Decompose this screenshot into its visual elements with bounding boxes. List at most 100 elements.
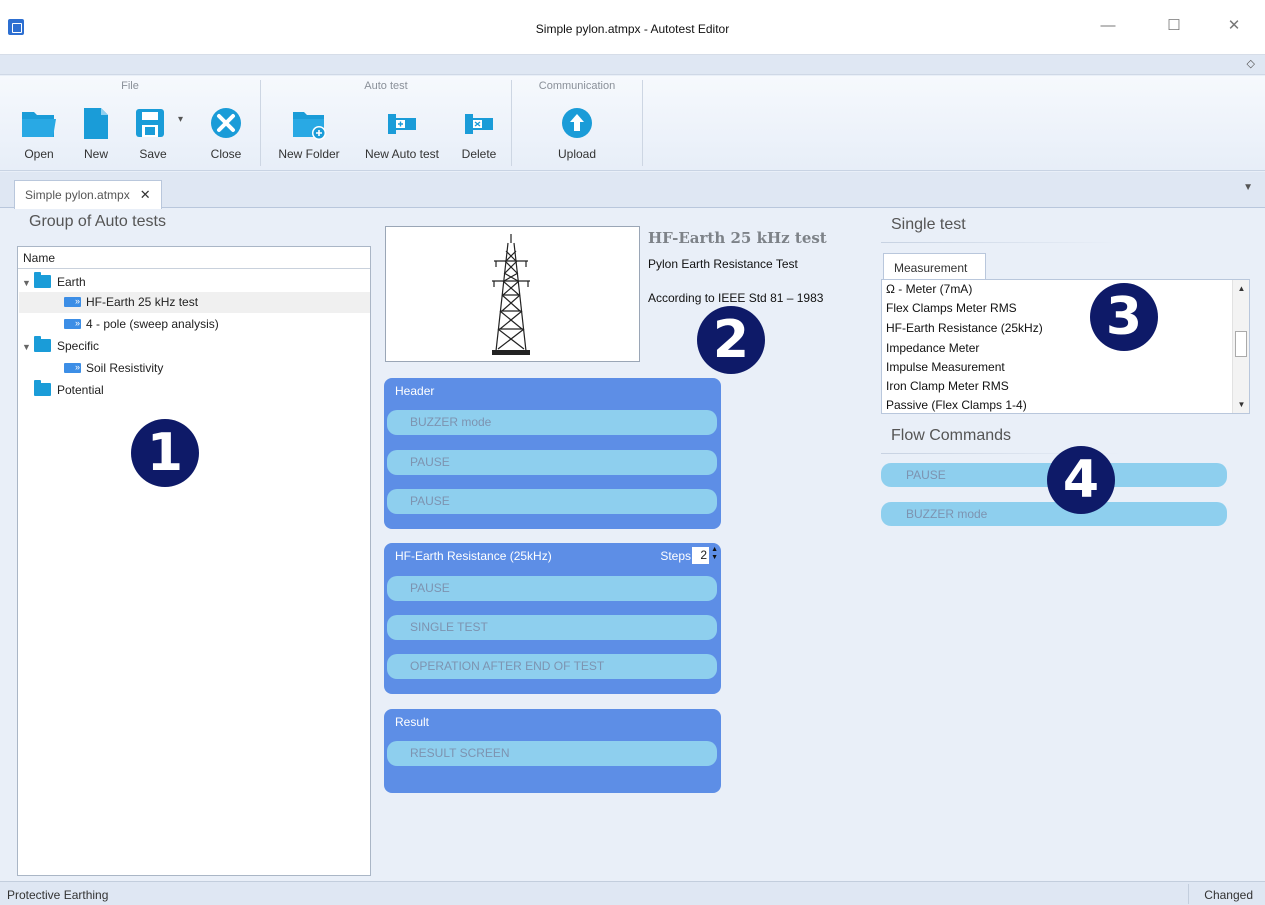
tree-item-label: Earth (57, 275, 86, 289)
auto-test-icon (64, 313, 81, 334)
ribbon: File Auto test Communication Open New ▾ … (0, 76, 1265, 171)
steps-spinner-icon[interactable]: ▲ ▼ (711, 546, 718, 562)
status-bar: Protective Earthing Changed (0, 881, 1265, 905)
tab-overflow-icon[interactable]: ▼ (1243, 182, 1253, 193)
tree-item-label: HF-Earth 25 kHz test (86, 295, 199, 309)
ribbon-group-autotest-title: Auto test (364, 80, 408, 92)
command-pill[interactable]: PAUSE (387, 450, 717, 475)
command-pill[interactable]: BUZZER mode (387, 410, 717, 435)
pylon-icon (398, 231, 624, 359)
close-label: Close (210, 147, 242, 161)
steps-input[interactable]: 2 (692, 547, 709, 564)
test-block[interactable]: HF-Earth Resistance (25kHz) Steps 2 ▲ ▼ P… (384, 543, 721, 694)
group-of-auto-tests-title: Group of Auto tests (29, 213, 166, 230)
marker-3: 3 (1090, 283, 1158, 351)
close-file-button[interactable]: Close (204, 106, 248, 161)
steps-label: Steps (660, 549, 691, 563)
command-pill[interactable]: PAUSE (387, 489, 717, 514)
new-auto-test-button[interactable]: New Auto test (357, 106, 447, 161)
upload-icon (557, 106, 597, 140)
ribbon-group-communication-title: Communication (538, 80, 616, 92)
scrollbar[interactable]: ▲ ▼ (1232, 280, 1249, 413)
delete-label: Delete (461, 147, 497, 161)
new-label: New (83, 147, 108, 161)
new-folder-icon (289, 106, 329, 140)
minimize-button[interactable]: — (1093, 14, 1123, 38)
tree-column-header[interactable]: Name (18, 247, 370, 269)
collapse-caret-icon[interactable]: ▼ (22, 337, 34, 358)
header-block[interactable]: Header BUZZER mode PAUSE PAUSE (384, 378, 721, 529)
test-standard: According to IEEE Std 81 – 1983 (648, 291, 824, 305)
auto-test-icon (64, 357, 81, 378)
tree-item-specific[interactable]: ▼ Specific (22, 336, 99, 357)
measurement-list: Ω - Meter (7mA) Flex Clamps Meter RMS HF… (881, 279, 1250, 414)
delete-button[interactable]: Delete (457, 106, 501, 161)
ribbon-collapse-icon[interactable]: ◇ (1247, 57, 1255, 70)
new-folder-button[interactable]: New Folder (272, 106, 346, 161)
scroll-thumb[interactable] (1235, 331, 1247, 357)
open-button[interactable]: Open (18, 106, 60, 161)
flow-commands-title: Flow Commands (891, 427, 1012, 444)
status-right-text: Changed (1204, 888, 1253, 902)
list-item[interactable]: Impedance Meter (886, 341, 979, 355)
folder-open-icon (19, 106, 59, 140)
scroll-up-icon[interactable]: ▲ (1233, 284, 1250, 293)
new-file-icon (76, 106, 116, 140)
delete-test-icon (459, 106, 499, 140)
tree-item-four-pole[interactable]: 4 - pole (sweep analysis) (64, 313, 219, 335)
close-window-button[interactable]: ✕ (1219, 14, 1249, 38)
folder-icon (34, 380, 51, 396)
single-test-title: Single test (891, 216, 966, 233)
save-label: Save (139, 147, 167, 161)
tree-item-label: Soil Resistivity (86, 361, 164, 375)
tree-item-label: Potential (57, 383, 104, 397)
test-name-title: HF-Earth 25 kHz test (648, 229, 827, 247)
test-image-frame (385, 226, 640, 362)
tree-item-label: 4 - pole (sweep analysis) (86, 317, 219, 331)
window-title: Simple pylon.atmpx - Autotest Editor (535, 22, 730, 36)
tree-item-soil-resistivity[interactable]: Soil Resistivity (64, 357, 164, 379)
section-divider (881, 242, 1121, 243)
document-tab-label: Simple pylon.atmpx (25, 188, 130, 202)
list-item[interactable]: Flex Clamps Meter RMS (886, 301, 1017, 315)
save-button[interactable]: ▾ Save (132, 106, 188, 161)
command-pill[interactable]: OPERATION AFTER END OF TEST (387, 654, 717, 679)
marker-1: 1 (131, 419, 199, 487)
command-pill[interactable]: SINGLE TEST (387, 615, 717, 640)
save-dropdown-icon: ▾ (178, 114, 183, 125)
document-tab[interactable]: Simple pylon.atmpx ✕ (14, 180, 162, 209)
list-item[interactable]: HF-Earth Resistance (25kHz) (886, 321, 1043, 335)
maximize-button[interactable]: ☐ (1159, 14, 1189, 38)
scroll-down-icon[interactable]: ▼ (1233, 400, 1250, 409)
open-label: Open (24, 147, 54, 161)
list-item[interactable]: Passive (Flex Clamps 1-4) (886, 398, 1027, 412)
ribbon-group-file-title: File (121, 80, 139, 92)
ribbon-divider (511, 80, 512, 166)
folder-icon (34, 336, 51, 352)
upload-button[interactable]: Upload (552, 106, 602, 161)
block-title: HF-Earth Resistance (25kHz) (395, 549, 552, 563)
block-title: Header (395, 384, 435, 398)
list-item[interactable]: Impulse Measurement (886, 360, 1005, 374)
new-button[interactable]: New (75, 106, 117, 161)
ribbon-divider (260, 80, 261, 166)
new-folder-label: New Folder (278, 147, 340, 161)
new-auto-test-label: New Auto test (364, 147, 440, 161)
tab-measurement[interactable]: Measurement (883, 253, 986, 280)
flow-command-pill[interactable]: BUZZER mode (881, 502, 1227, 526)
list-item[interactable]: Iron Clamp Meter RMS (886, 379, 1009, 393)
collapse-caret-icon[interactable]: ▼ (22, 273, 34, 294)
tree-item-hf-earth[interactable]: HF-Earth 25 kHz test (19, 291, 370, 313)
status-left-text: Protective Earthing (7, 888, 109, 902)
tree-item-earth[interactable]: ▼ Earth (22, 272, 86, 293)
list-item[interactable]: Ω - Meter (7mA) (886, 282, 972, 296)
document-tab-strip: Simple pylon.atmpx ✕ ▼ (0, 172, 1265, 209)
status-divider (1188, 884, 1189, 904)
result-block[interactable]: Result RESULT SCREEN (384, 709, 721, 793)
command-pill[interactable]: RESULT SCREEN (387, 741, 717, 766)
ribbon-divider (642, 80, 643, 166)
close-tab-icon[interactable]: ✕ (140, 187, 151, 202)
tree-item-potential[interactable]: Potential (34, 380, 104, 401)
auto-test-icon (64, 291, 81, 312)
command-pill[interactable]: PAUSE (387, 576, 717, 601)
